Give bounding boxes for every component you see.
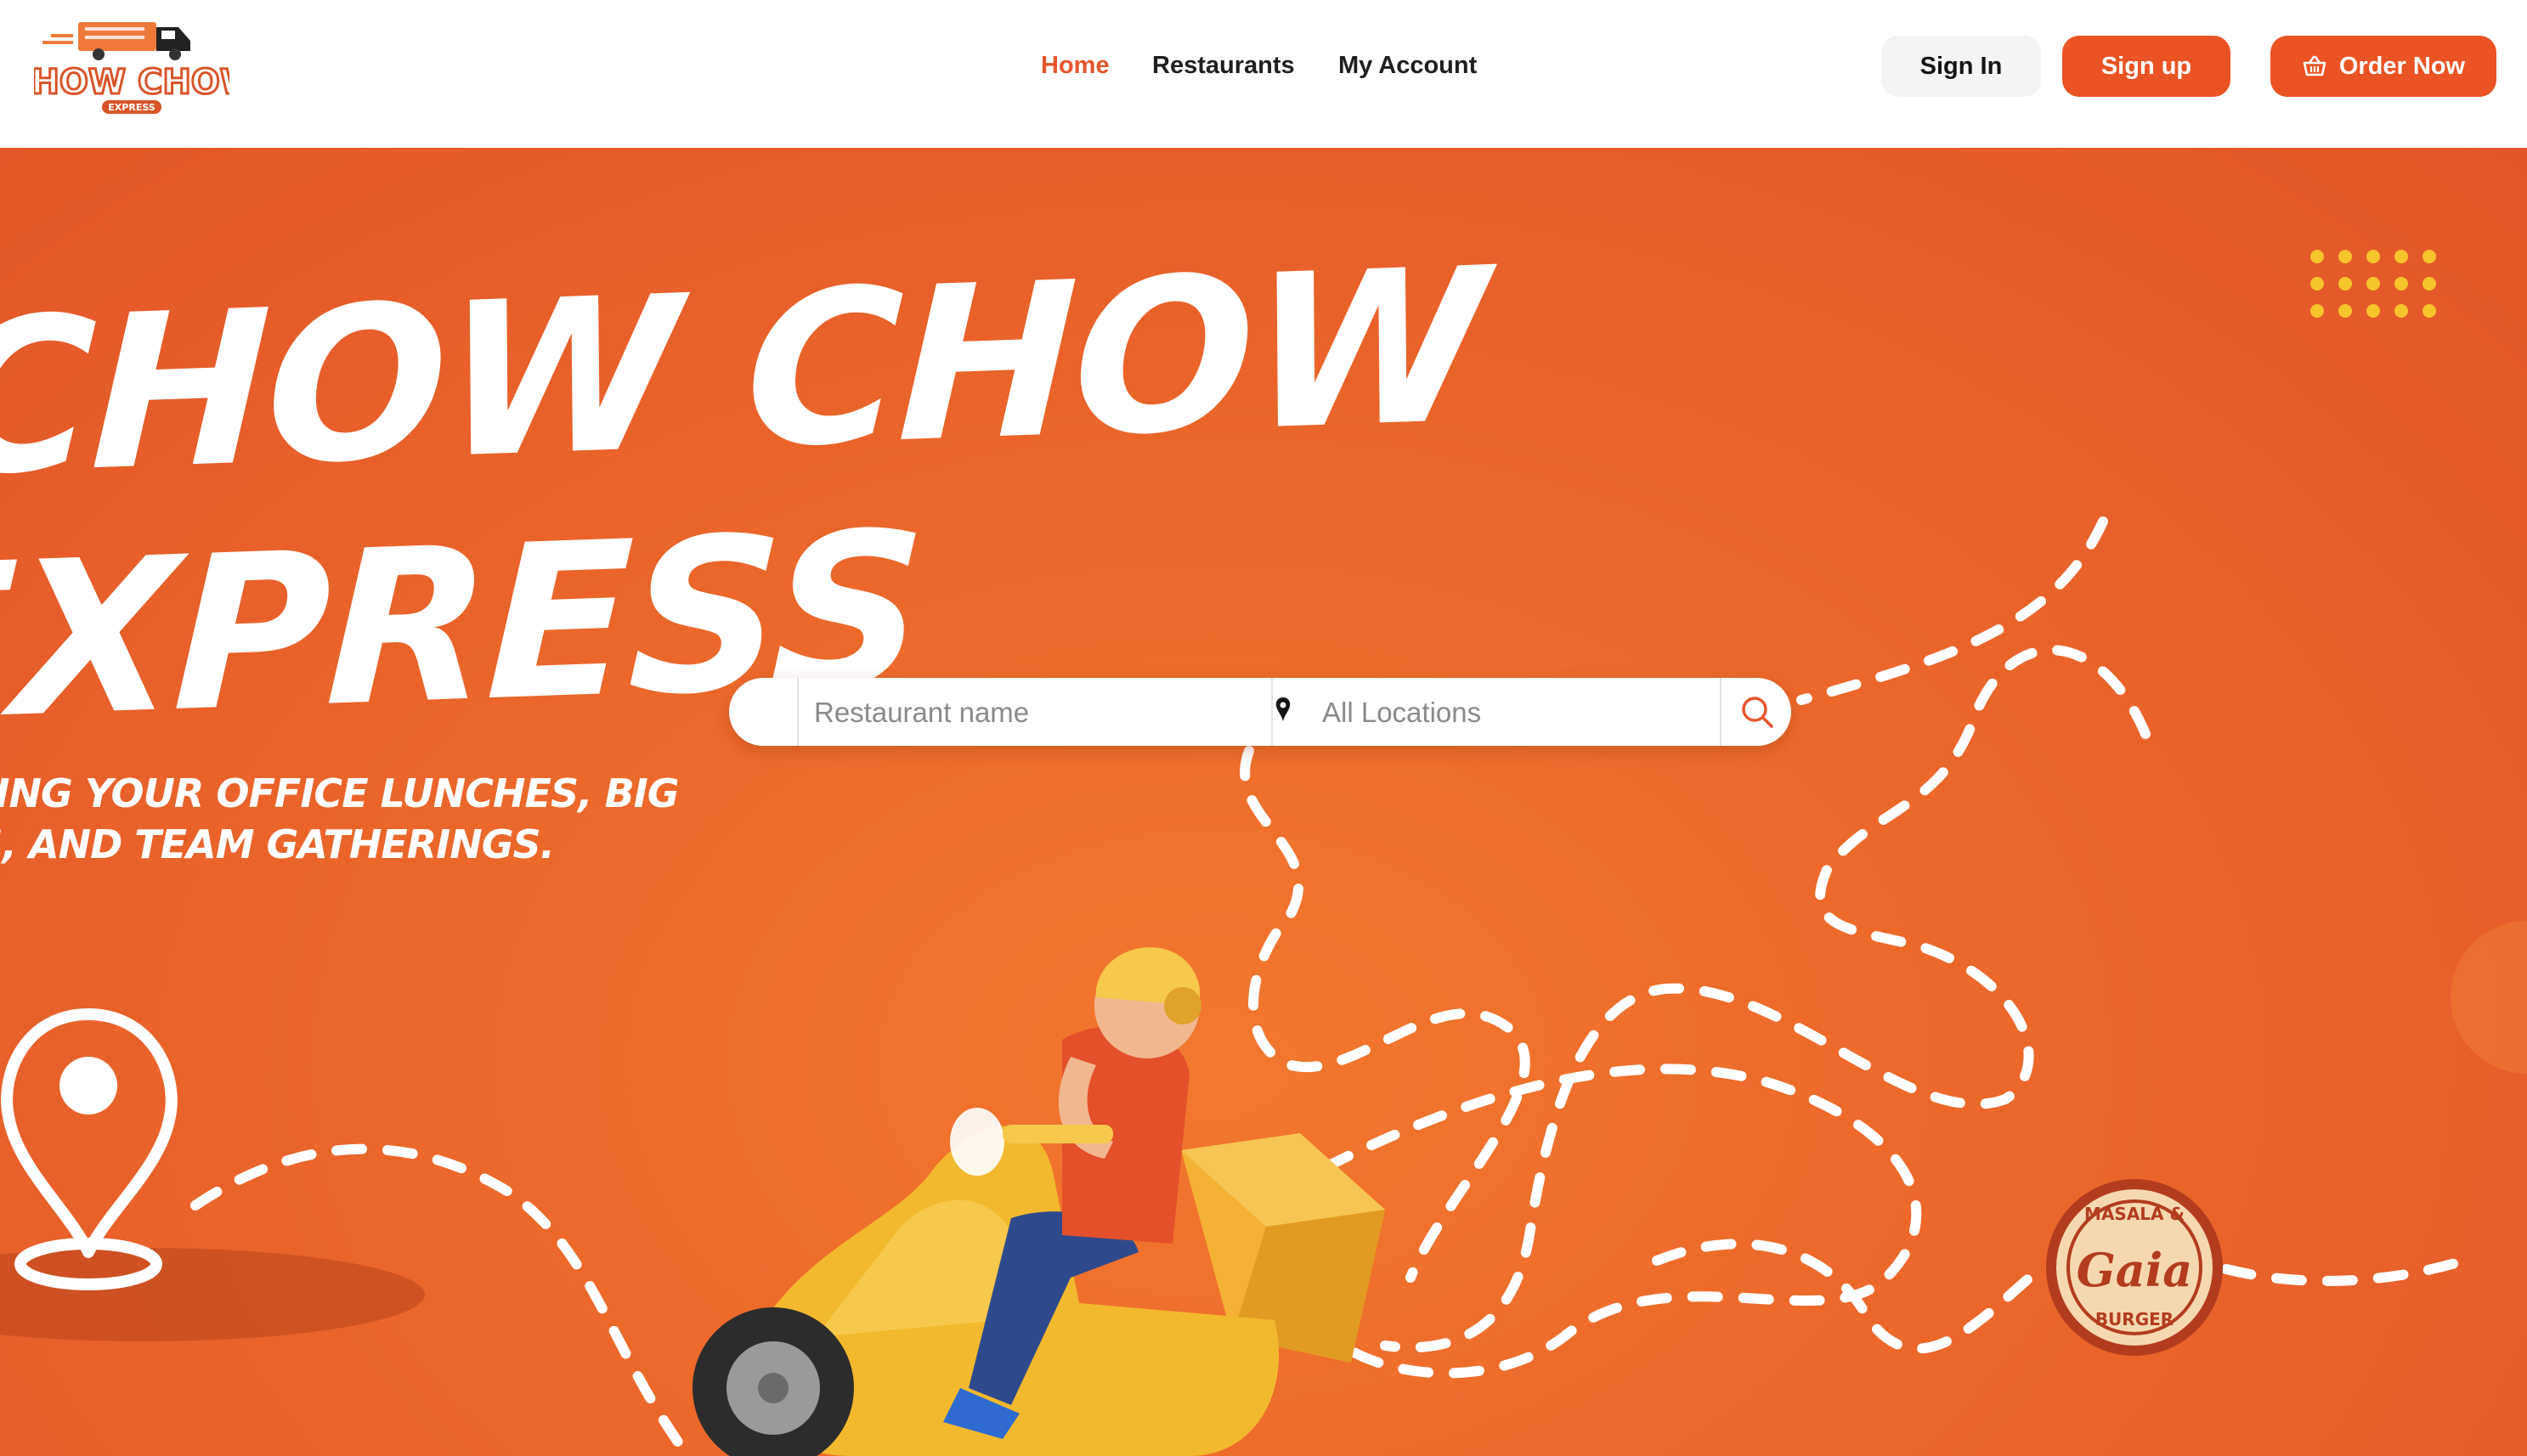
restaurant-search-bar bbox=[729, 678, 1791, 746]
partial-decoration-right bbox=[2451, 921, 2527, 1074]
hero-subtitle-line1: RING YOUR OFFICE LUNCHES, BIG bbox=[0, 770, 680, 816]
site-header: CHOW CHOW EXPRESS Home Restaurants My Ac… bbox=[0, 0, 2527, 148]
sign-in-button[interactable]: Sign In bbox=[1881, 36, 2041, 97]
delivery-scooter-illustration bbox=[693, 947, 1385, 1456]
sign-up-button[interactable]: Sign up bbox=[2062, 36, 2230, 97]
search-icon bbox=[1742, 697, 1773, 728]
order-now-button[interactable]: Order Now bbox=[2270, 36, 2496, 97]
nav-my-account[interactable]: My Account bbox=[1338, 49, 1477, 82]
hero-title-line1: CHOW CHOW bbox=[0, 222, 1487, 523]
search-button[interactable] bbox=[1723, 678, 1791, 746]
search-divider bbox=[797, 678, 799, 746]
basket-icon bbox=[2303, 55, 2326, 76]
search-divider bbox=[1720, 678, 1721, 746]
sign-in-label: Sign In bbox=[1919, 52, 2003, 80]
map-pin-icon bbox=[1275, 697, 1291, 721]
search-divider bbox=[1271, 678, 1273, 746]
location-select[interactable] bbox=[1320, 686, 1698, 739]
logo-wordmark: CHOW CHOW bbox=[34, 63, 229, 102]
location-pin-graphic bbox=[0, 1008, 425, 1341]
dot-grid-decoration bbox=[2310, 250, 2436, 318]
nav-restaurants[interactable]: Restaurants bbox=[1152, 49, 1295, 82]
sign-up-label: Sign up bbox=[2100, 52, 2192, 80]
restaurant-name-input[interactable] bbox=[812, 686, 1139, 739]
order-now-label: Order Now bbox=[2338, 52, 2466, 80]
svg-text:Gaia: Gaia bbox=[2077, 1243, 2193, 1297]
hero-subtitle-line2: TS, AND TEAM GATHERINGS. bbox=[0, 821, 555, 867]
chow-chow-express-logo[interactable]: CHOW CHOW EXPRESS bbox=[34, 15, 229, 117]
nav-home[interactable]: Home bbox=[1041, 49, 1110, 82]
svg-text:BURGER: BURGER bbox=[2095, 1309, 2174, 1329]
svg-text:MASALA &: MASALA & bbox=[2084, 1204, 2185, 1224]
masala-gaia-burger-badge: MASALA & Gaia BURGER bbox=[2046, 1179, 2223, 1356]
logo-tagline: EXPRESS bbox=[108, 102, 155, 113]
hero-banner: MASALA & Gaia BURGER CHOW CHOW EXPRESS R… bbox=[0, 148, 2527, 1456]
